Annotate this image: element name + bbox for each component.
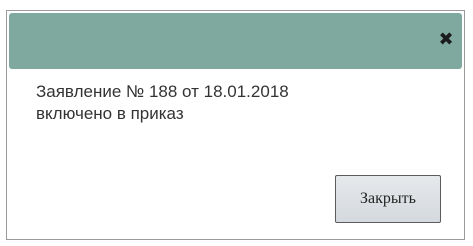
message-line-2: включено в приказ xyxy=(36,104,184,123)
close-icon[interactable]: ✖ xyxy=(436,29,456,51)
dialog-message: Заявление № 188 от 18.01.2018 включено в… xyxy=(36,81,436,125)
close-button[interactable]: Закрыть xyxy=(335,175,441,223)
message-line-1: Заявление № 188 от 18.01.2018 xyxy=(36,82,289,101)
dialog: ✖ Заявление № 188 от 18.01.2018 включено… xyxy=(6,10,465,240)
dialog-titlebar[interactable]: ✖ xyxy=(9,13,462,69)
